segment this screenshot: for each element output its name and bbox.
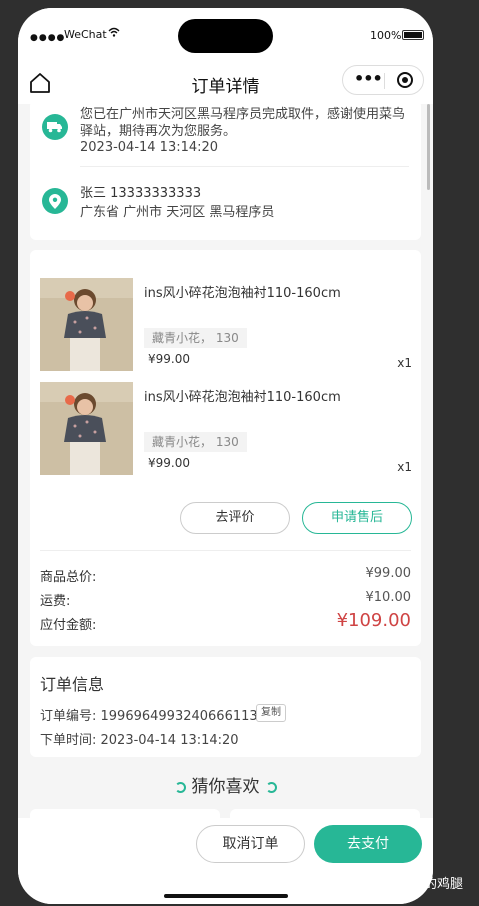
signal-icon: ●●●● xyxy=(30,33,66,43)
scrollbar[interactable] xyxy=(427,104,430,190)
location-icon xyxy=(42,188,68,214)
goods-card: ins风小碎花泡泡袖衬110-160cm 藏青小花， 130 ¥99.00 x1 xyxy=(30,250,421,646)
product-quantity: x1 xyxy=(397,356,412,370)
pay-label: 应付金额: xyxy=(40,618,97,633)
product-name: ins风小碎花泡泡袖衬110-160cm xyxy=(144,286,341,301)
battery-percent: 100% xyxy=(370,29,402,42)
mini-program-capsule: ••• xyxy=(342,65,424,95)
recipient-address: 广东省 广州市 天河区 黑马程序员 xyxy=(80,205,275,220)
nav-bar: 订单详情 ••• xyxy=(18,64,433,104)
recommend-card[interactable] xyxy=(230,809,420,818)
wifi-icon xyxy=(108,27,120,40)
total-value: ¥99.00 xyxy=(365,566,412,581)
goods-item[interactable]: ins风小碎花泡泡袖衬110-160cm 藏青小花， 130 ¥99.00 x1 xyxy=(40,382,412,476)
recipient-info: 张三 13333333333 xyxy=(80,186,202,201)
cancel-order-button[interactable]: 取消订单 xyxy=(196,825,305,863)
product-image[interactable] xyxy=(40,278,133,371)
battery-icon xyxy=(402,30,424,40)
order-info-title: 订单信息 xyxy=(40,675,105,694)
more-icon[interactable]: ••• xyxy=(354,69,383,88)
copy-button[interactable]: 复制 xyxy=(256,704,286,722)
carrier-label: WeChat xyxy=(64,28,107,41)
divider xyxy=(80,166,409,167)
logistics-message: 您已在广州市天河区黑马程序员完成取件，感谢使用菜鸟驿站，期待再次为您服务。 xyxy=(80,107,406,139)
freight-value: ¥10.00 xyxy=(365,590,412,605)
logistics-card[interactable]: 您已在广州市天河区黑马程序员完成取件，感谢使用菜鸟驿站，期待再次为您服务。 20… xyxy=(30,104,421,240)
product-price: ¥99.00 xyxy=(148,456,190,470)
phone-screen: ●●●● WeChat 100% 订单详情 ••• 您已在广州市天河区黑马程序员… xyxy=(18,8,433,904)
product-spec: 藏青小花， 130 xyxy=(144,432,247,452)
product-spec: 藏青小花， 130 xyxy=(144,328,247,348)
goods-item[interactable]: ins风小碎花泡泡袖衬110-160cm 藏青小花， 130 ¥99.00 x1 xyxy=(40,278,412,372)
home-indicator xyxy=(164,894,288,898)
capsule-divider xyxy=(384,73,385,89)
total-row: 商品总价: ¥99.00 xyxy=(40,566,411,586)
decor-dot-icon xyxy=(174,781,186,793)
camera-notch xyxy=(178,19,273,53)
total-label: 商品总价: xyxy=(40,570,97,585)
freight-row: 运费: ¥10.00 xyxy=(40,590,411,610)
logistics-time: 2023-04-14 13:14:20 xyxy=(80,140,219,155)
order-time: 下单时间: 2023-04-14 13:14:20 xyxy=(40,733,239,748)
order-number: 订单编号: 1996964993240666113 xyxy=(40,709,258,724)
product-name: ins风小碎花泡泡袖衬110-160cm xyxy=(144,390,341,405)
product-image[interactable] xyxy=(40,382,133,475)
pay-row: 应付金额: ¥109.00 xyxy=(40,610,411,634)
pay-button[interactable]: 去支付 xyxy=(314,825,422,863)
product-quantity: x1 xyxy=(397,460,412,474)
pay-value: ¥109.00 xyxy=(336,610,411,631)
decor-dot-icon xyxy=(265,781,277,793)
after-sale-button[interactable]: 申请售后 xyxy=(302,502,412,534)
freight-label: 运费: xyxy=(40,594,71,609)
guess-you-like-header: 猜你喜欢 xyxy=(18,772,433,797)
truck-icon xyxy=(42,114,68,140)
status-bar: ●●●● WeChat 100% xyxy=(18,8,433,64)
watermark: 掘金技术社区 @ 爱泡脚的鸡腿 xyxy=(285,877,463,892)
close-icon[interactable] xyxy=(397,72,413,88)
scroll-content[interactable]: 您已在广州市天河区黑马程序员完成取件，感谢使用菜鸟驿站，期待再次为您服务。 20… xyxy=(18,104,433,818)
review-button[interactable]: 去评价 xyxy=(180,502,290,534)
divider xyxy=(40,550,411,551)
order-info-card: 订单信息 订单编号: 1996964993240666113 复制 下单时间: … xyxy=(30,657,421,757)
recommend-card[interactable] xyxy=(30,809,220,818)
product-price: ¥99.00 xyxy=(148,352,190,366)
guess-title: 猜你喜欢 xyxy=(191,777,260,797)
